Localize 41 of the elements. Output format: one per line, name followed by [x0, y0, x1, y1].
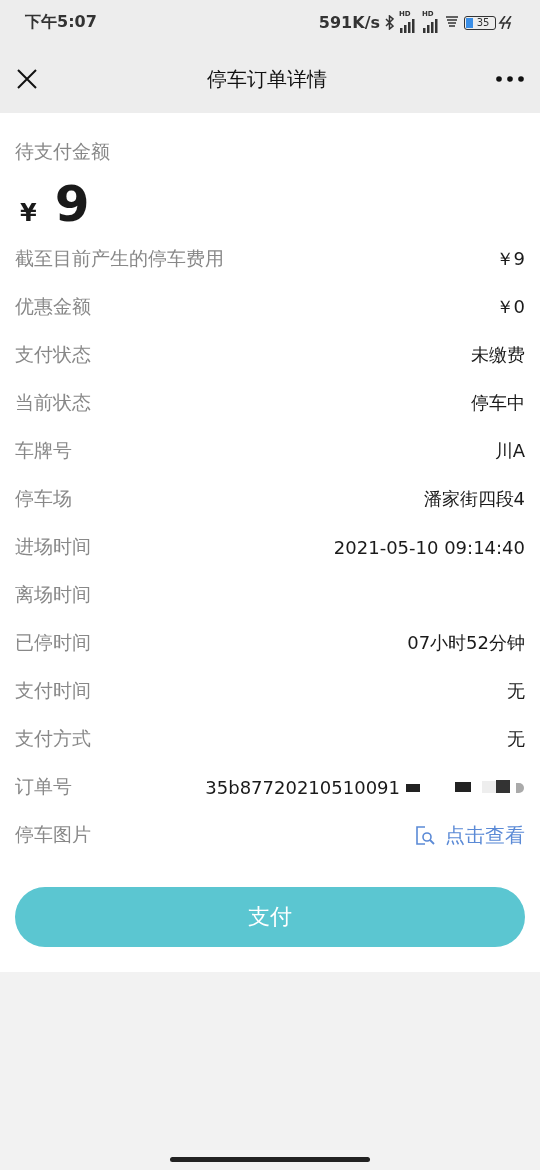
amount-label: 待支付金额	[15, 139, 111, 164]
field-label: 车牌号	[15, 438, 72, 463]
close-icon	[16, 68, 38, 90]
battery-icon: 35	[464, 15, 496, 30]
image-search-icon	[415, 824, 436, 846]
field-label: 支付状态	[15, 342, 91, 367]
field-value: 07小时52分钟	[407, 631, 525, 655]
more-button[interactable]	[496, 76, 524, 82]
field-label: 当前状态	[15, 390, 91, 415]
view-link[interactable]: 点击查看	[415, 821, 525, 849]
field-value: 未缴费	[471, 343, 525, 367]
field-value: 潘家街四段4	[423, 487, 525, 511]
field-value: 川A	[494, 439, 525, 463]
field-value: 停车中	[471, 391, 525, 415]
charging-icon	[498, 16, 514, 29]
amount-value: 9	[54, 175, 90, 233]
field-label: 进场时间	[15, 534, 91, 559]
field-label: 离场时间	[15, 582, 91, 607]
field-value: 35b87720210510091	[205, 776, 400, 798]
network-speed: 591K/s	[318, 13, 380, 32]
field-label: 停车场	[15, 486, 72, 511]
field-label: 支付时间	[15, 678, 91, 703]
field-label: 已停时间	[15, 630, 91, 655]
page-title: 停车订单详情	[206, 65, 328, 93]
field-value: 无	[507, 727, 525, 751]
bluetooth-icon	[385, 15, 394, 30]
field-label: 支付方式	[15, 726, 91, 751]
field-label: 订单号	[15, 774, 72, 799]
more-icon	[496, 76, 524, 82]
field-value: ￥0	[495, 295, 525, 319]
currency-symbol: ¥	[20, 199, 37, 227]
field-label: 停车图片	[15, 822, 91, 847]
field-value: ￥9	[495, 247, 525, 271]
field-value: 无	[507, 679, 525, 703]
field-value: 2021-05-10 09:14:40	[333, 536, 525, 558]
field-label: 截至目前产生的停车费用	[15, 246, 224, 271]
pay-button[interactable]: 支付	[15, 887, 525, 947]
close-button[interactable]	[16, 68, 38, 90]
field-label: 优惠金额	[15, 294, 91, 319]
clock-time: 下午5:07	[25, 12, 97, 33]
wifi-icon	[445, 15, 459, 30]
